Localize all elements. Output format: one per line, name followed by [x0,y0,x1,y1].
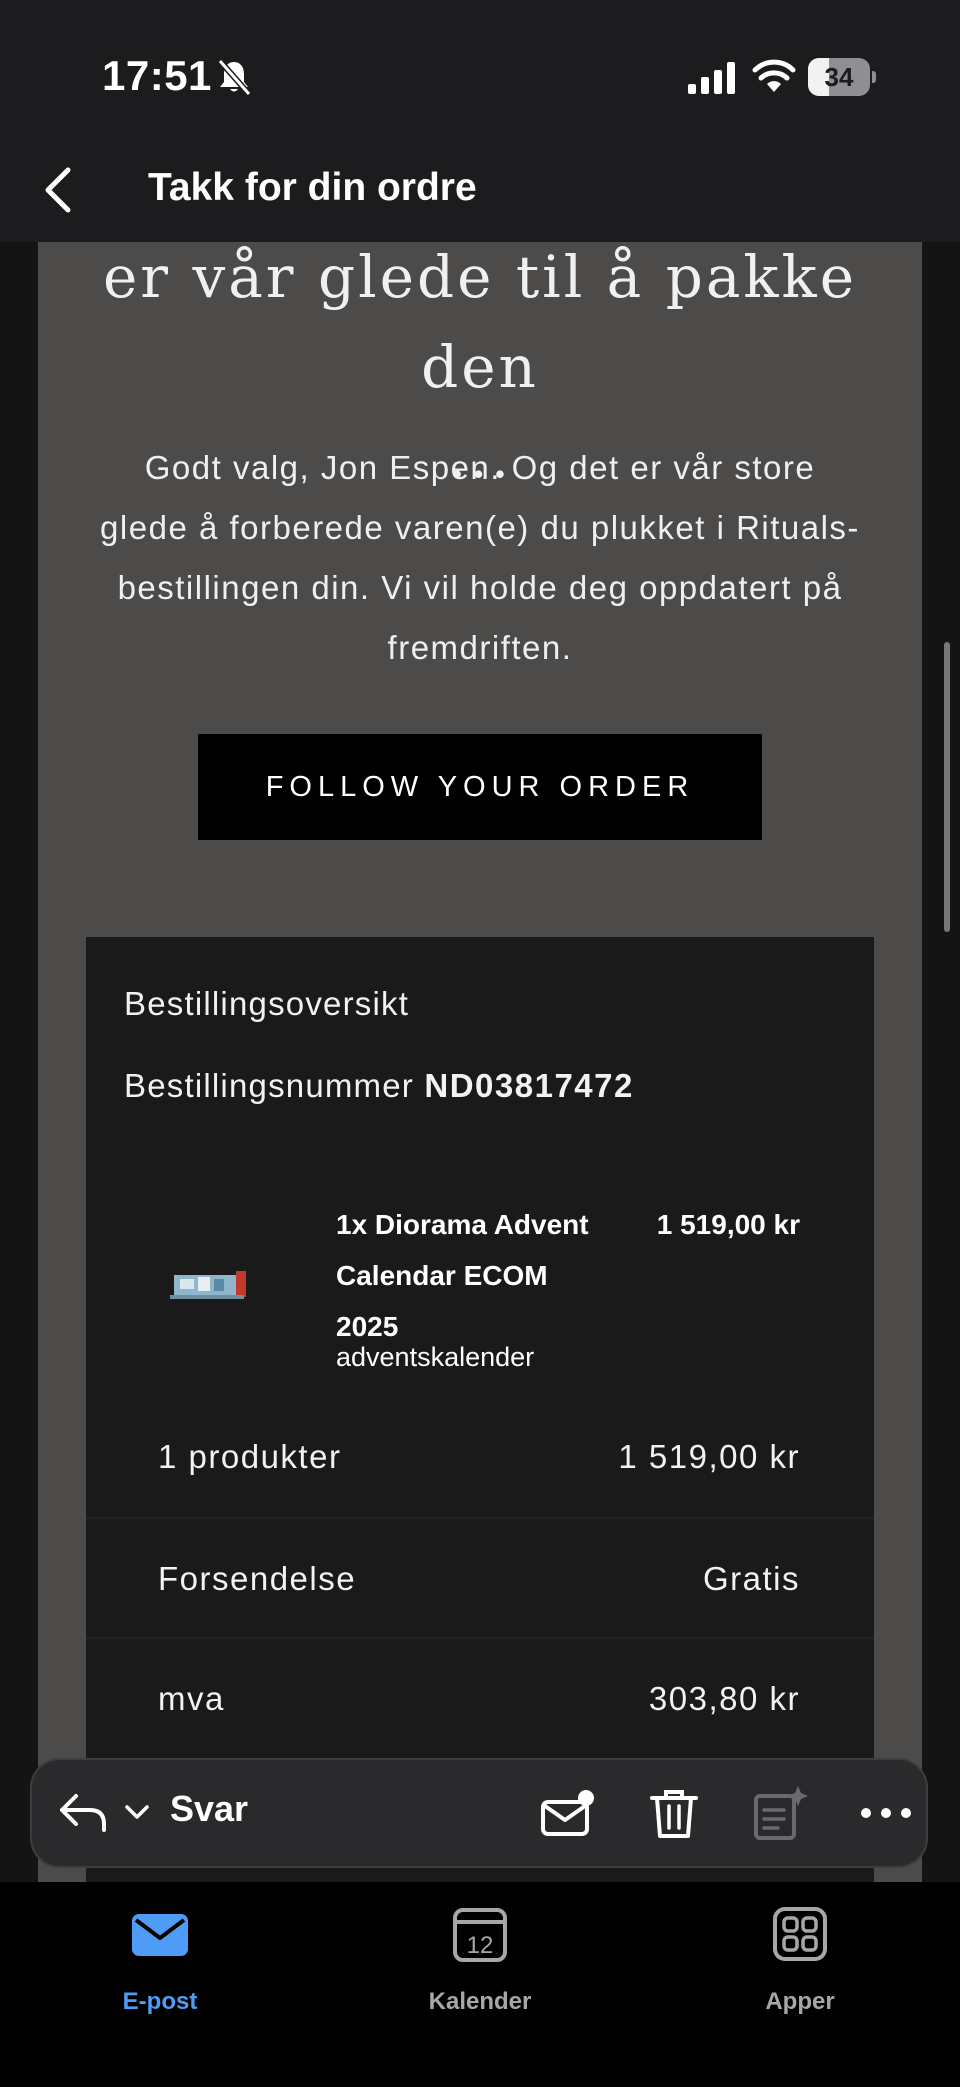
headline-line-1: er vår glede til å pakke den [102,243,858,401]
chevron-down-icon[interactable] [124,1802,150,1822]
summary-row-vat: mva 303,80 kr [86,1637,874,1757]
order-number-value: ND03817472 [424,1067,634,1104]
summary-value: 1 519,00 kr [618,1438,800,1475]
reply-icon[interactable] [58,1790,108,1834]
tab-email[interactable]: E-post [50,1904,270,2024]
summary-label: mva [158,1680,225,1717]
summary-value: 303,80 kr [648,1680,800,1717]
summary-label: Forsendelse [158,1560,357,1597]
summary-row-products: 1 produkter 1 519,00 kr [86,1397,874,1517]
calendar-day: 12 [467,1932,494,1959]
tab-label: Kalender [428,1988,532,2015]
order-number: Bestillingsnummer ND03817472 [124,1067,634,1105]
email-card: er vår glede til å pakke den ... Godt va… [38,242,922,1882]
page-title: Takk for din ordre [148,166,477,209]
trash-icon[interactable] [646,1784,702,1842]
status-bar: 17:51 34 [0,0,960,140]
status-time: 17:51 [102,52,212,99]
calendar-icon: 12 [453,1908,507,1962]
battery-indicator: 34 [808,58,876,96]
summary-value: Gratis [702,1560,800,1597]
mail-icon [132,1914,188,1956]
mark-unread-icon[interactable] [540,1784,596,1842]
summary-label: 1 produkter [158,1438,342,1475]
tab-apps[interactable]: Apper [690,1904,910,2024]
order-number-label: Bestillingsnummer [124,1067,414,1104]
tab-label: E-post [122,1988,198,2015]
product-price: 1 519,00 kr [656,1209,800,1240]
product-name: 1x Diorama Advent Calendar ECOM 2025 [336,1209,589,1342]
ai-summary-icon [754,1786,808,1840]
email-body[interactable]: er vår glede til å pakke den ... Godt va… [0,242,960,1882]
product-subtitle: adventskalender [336,1342,535,1372]
tab-bar: E-post 12 Kalender Apper [0,1882,960,2087]
cellular-signal-icon [688,62,735,94]
apps-icon [773,1907,827,1961]
intro-text: Godt valg, Jon Espen. Og det er vår stor… [100,449,860,666]
battery-level: 34 [824,62,854,92]
order-overview-title: Bestillingsoversikt [124,985,410,1022]
wifi-icon [752,59,796,92]
product-image[interactable] [170,1267,250,1301]
bell-slash-icon [217,59,252,96]
more-options-icon[interactable] [858,1784,914,1842]
summary-row-shipping: Forsendelse Gratis [86,1517,874,1637]
scrollbar[interactable] [944,642,950,932]
tab-calendar[interactable]: 12 Kalender [370,1904,590,2024]
reply-button[interactable]: Svar [170,1788,248,1830]
email-action-bar: Svar [30,1758,928,1868]
back-chevron-icon[interactable] [38,162,82,218]
nav-bar: Takk for din ordre [0,140,960,242]
order-summary: Bestillingsoversikt Bestillingsnummer ND… [86,937,874,1882]
tab-label: Apper [765,1988,835,2015]
follow-order-button[interactable]: FOLLOW YOUR ORDER [198,734,762,840]
